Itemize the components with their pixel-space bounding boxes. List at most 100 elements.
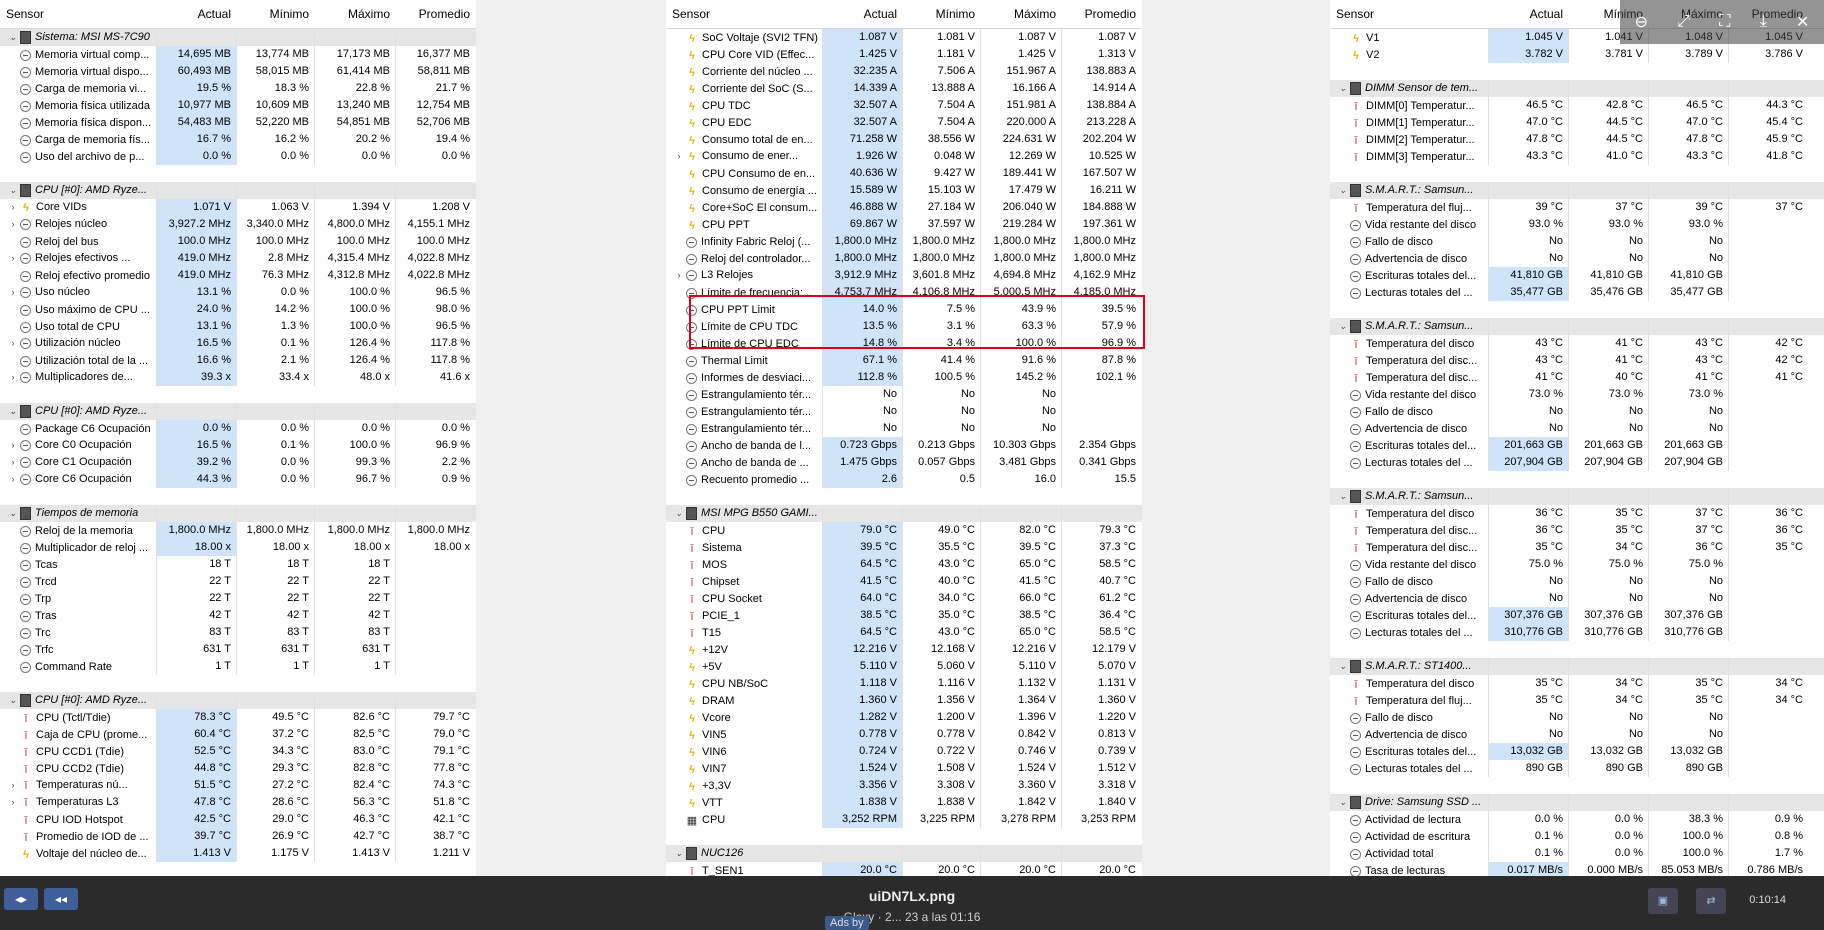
sensor-row[interactable]: ϟ CPU Core VID (Effec... 1.425 V 1.181 V 1.4… [666,46,1142,63]
sensor-group-header[interactable]: ⌄ S.M.A.R.T.: Samsun... [1330,318,1824,335]
sensor-row[interactable]: Fallo de disco No No No [1330,709,1824,726]
sensor-row[interactable]: ϟ Voltaje del núcleo de... 1.413 V 1.175 V1… [0,845,476,862]
sensor-row[interactable]: Multiplicador de reloj ... 18.00 x 18.00 x… [0,539,476,556]
sensor-row[interactable]: Memoria física dispon... 54,483 MB 52,220 … [0,114,476,131]
sensor-row[interactable]: Escrituras totales del... 201,663 GB 201,6… [1330,437,1824,454]
sensor-row[interactable]: Tcas 18 T 18 T 18 T [0,556,476,573]
sensor-row[interactable]: Lecturas totales del ... 890 GB 890 GB 890 … [1330,760,1824,777]
sensor-row[interactable]: ǐ DIMM[2] Temperatur... 47.8 °C 44.5 °C 47.8… [1330,131,1824,148]
sensor-row[interactable]: Ancho de banda de l... 0.723 Gbps 0.213 Gb… [666,437,1142,454]
sensor-row[interactable]: ǐ CPU IOD Hotspot 42.5 °C 29.0 °C 46.3 °C 42.… [0,811,476,828]
sensor-row[interactable]: Advertencia de disco No No No [1330,250,1824,267]
sensor-row[interactable]: Reloj del controlador... 1,800.0 MHz 1,800… [666,250,1142,267]
sensor-row[interactable]: › Core C0 Ocupación 16.5 % 0.1 % 100.0 % 96.9… [0,437,476,454]
sensor-row[interactable]: ǐ PCIE_1 38.5 °C 35.0 °C 38.5 °C 36.4 °C [666,607,1142,624]
sensor-row[interactable]: Estrangulamiento tér... No No No [666,386,1142,403]
sensor-row[interactable]: Command Rate 1 T1 T1 T [0,658,476,675]
sensor-row[interactable]: ǐ Temperatura del fluj... 35 °C 34 °C 35 °C 3… [1330,692,1824,709]
sensor-row[interactable]: Estrangulamiento tér... No No No [666,403,1142,420]
sensor-row[interactable]: Vida restante del disco 73.0 % 73.0 % 73.0 … [1330,386,1824,403]
sensor-row[interactable]: Lecturas totales del ... 207,904 GB 207,90… [1330,454,1824,471]
sensor-group-header[interactable]: ⌄ S.M.A.R.T.: ST1400... [1330,658,1824,675]
sensor-row[interactable]: ǐ DIMM[1] Temperatur... 47.0 °C 44.5 °C 47.0… [1330,114,1824,131]
sensor-list-1[interactable]: ⌄ Sistema: MSI MS-7C90 Memoria virtual com… [0,29,476,862]
sensor-row[interactable]: Tasa de lecturas 0.017 MB/s 0.000 MB/s 85.0… [1330,862,1824,876]
sensor-row[interactable]: ǐ Temperatura del disco 35 °C 34 °C 35 °C 34 … [1330,675,1824,692]
header-avg[interactable]: Promedio [1061,7,1141,21]
sensor-row[interactable]: Package C6 Ocupación 0.0 % 0.0 % 0.0 % 0.0 % [0,420,476,437]
collapse-icon[interactable]: ⌄ [1336,318,1350,335]
sensor-row[interactable]: Memoria virtual dispo... 60,493 MB 58,015 … [0,63,476,80]
expand-icon[interactable]: › [6,369,20,386]
sensor-group-header[interactable]: ⌄ Drive: Samsung SSD ... [1330,794,1824,811]
sensor-row[interactable]: Carga de memoria fís... 16.7 % 16.2 % 20.2 … [0,131,476,148]
sensor-row[interactable]: Trc 83 T 83 T 83 T [0,624,476,641]
sensor-row[interactable]: Reloj efectivo promedio 419.0 MHz 76.3 MHz… [0,267,476,284]
sensor-row[interactable]: Tras 42 T 42 T 42 T [0,607,476,624]
header-min[interactable]: Mínimo [902,7,980,21]
sensor-row[interactable]: Utilización total de la ... 16.6 % 2.1 % 12… [0,352,476,369]
expand-icon[interactable]: › [6,777,20,794]
expand-icon[interactable]: › [672,267,686,284]
sensor-row[interactable]: ϟ Corriente del SoC (S... 14.339 A 13.888 A… [666,80,1142,97]
sensor-row[interactable]: ǐ T_SEN1 20.0 °C 20.0 °C 20.0 °C 20.0 °C [666,862,1142,876]
sensor-row[interactable]: Memoria física utilizada 10,977 MB 10,609 … [0,97,476,114]
sensor-row[interactable]: ǐ Promedio de IOD de ... 39.7 °C 26.9 °C 42.… [0,828,476,845]
sensor-row[interactable]: Escrituras totales del... 307,376 GB 307,3… [1330,607,1824,624]
sensor-row[interactable]: ǐ Temperatura del fluj... 39 °C 37 °C 39 °C 3… [1330,199,1824,216]
fullscreen-icon[interactable]: ⛶ [1719,13,1730,31]
sensor-row[interactable]: Escrituras totales del... 41,810 GB 41,810… [1330,267,1824,284]
sensor-group-header[interactable]: ⌄ DIMM Sensor de tem... [1330,80,1824,97]
sensor-list-2[interactable]: ϟ SoC Voltaje (SVI2 TFN) 1.087 V 1.081 V 1.0… [666,29,1142,876]
sensor-row[interactable]: Advertencia de disco No No No [1330,420,1824,437]
sensor-row[interactable]: ǐ Temperatura del disc... 36 °C 35 °C 37 °C 3… [1330,522,1824,539]
sensor-row[interactable]: ϟ +3,3V 3.356 V 3.308 V 3.360 V 3.318 V [666,777,1142,794]
monitor-icon[interactable]: ▣ [1648,888,1678,914]
expand-icon[interactable]: › [6,794,20,811]
sensor-row[interactable]: › Core C6 Ocupación 44.3 % 0.0 % 96.7 % 0.9 % [0,471,476,488]
sensor-row[interactable]: ǐ CPU Socket 64.0 °C 34.0 °C 66.0 °C 61.2 °C [666,590,1142,607]
sensor-row[interactable]: Memoria virtual comp... 14,695 MB 13,774 M… [0,46,476,63]
sensor-group-header[interactable]: ⌄ Sistema: MSI MS-7C90 [0,29,476,46]
sensor-row[interactable]: › Multiplicadores de... 39.3 x 33.4 x 48.0 x… [0,369,476,386]
sensor-row[interactable]: ▦ CPU 3,252 RPM 3,225 RPM 3,278 RPM 3,253 RPM [666,811,1142,828]
sensor-row[interactable]: Informes de desviaci... 112.8 % 100.5 % 145… [666,369,1142,386]
expand-icon[interactable]: › [672,148,686,165]
sensor-row[interactable]: ǐ Temperatura del disco 43 °C 41 °C 43 °C 42 … [1330,335,1824,352]
sensor-row[interactable]: › Utilización núcleo 16.5 % 0.1 % 126.4 % 117… [0,335,476,352]
sensor-row[interactable]: ǐ CPU CCD1 (Tdie) 52.5 °C 34.3 °C 83.0 °C 79.… [0,743,476,760]
sensor-group-header[interactable]: ⌄ CPU [#0]: AMD Ryze... [0,403,476,420]
sensor-group-header[interactable]: ⌄ Tiempos de memoria [0,505,476,522]
sensor-row[interactable]: Actividad de escritura 0.1 % 0.0 % 100.0 % 0… [1330,828,1824,845]
header-sensor[interactable]: Sensor [0,7,156,21]
sensor-row[interactable]: ϟ Consumo total de en... 71.258 W 38.556 W2… [666,131,1142,148]
sensor-row[interactable]: ϟ CPU PPT 69.867 W 37.597 W 219.284 W 197.361… [666,216,1142,233]
sensor-row[interactable]: ǐ Temperatura del disc... 43 °C 41 °C 43 °C 4… [1330,352,1824,369]
sensor-row[interactable]: › Relojes núcleo 3,927.2 MHz 3,340.0 MHz 4,8… [0,216,476,233]
sensor-row[interactable]: ϟ CPU TDC 32.507 A 7.504 A 151.981 A 138.884 … [666,97,1142,114]
header-min[interactable]: Mínimo [236,7,314,21]
open-external-icon[interactable]: ⤢ [1677,13,1690,31]
sensor-row[interactable]: Vida restante del disco 93.0 % 93.0 % 93.0 … [1330,216,1824,233]
collapse-icon[interactable]: ⌄ [1336,794,1350,811]
sensor-row[interactable]: ϟ VTT 1.838 V 1.838 V 1.842 V 1.840 V [666,794,1142,811]
sensor-row[interactable]: › Uso núcleo 13.1 % 0.0 % 100.0 % 96.5 % [0,284,476,301]
sensor-row[interactable]: Ancho de banda de ... 1.475 Gbps 0.057 Gbp… [666,454,1142,471]
header-sensor[interactable]: Sensor [666,7,822,21]
collapse-icon[interactable]: ⌄ [672,845,686,862]
sensor-row[interactable]: › L3 Relojes 3,912.9 MHz 3,601.8 MHz 4,694.8… [666,267,1142,284]
sensor-row[interactable]: Uso máximo de CPU ... 24.0 % 14.2 % 100.0 %… [0,301,476,318]
sensor-row[interactable]: Actividad de lectura 0.0 % 0.0 % 38.3 % 0.9 … [1330,811,1824,828]
sensor-row[interactable]: Fallo de disco No No No [1330,403,1824,420]
expand-icon[interactable]: › [6,335,20,352]
sensor-row[interactable]: › Relojes efectivos ... 419.0 MHz 2.8 MHz 4,… [0,250,476,267]
sensor-row[interactable]: ǐ DIMM[3] Temperatur... 43.3 °C 41.0 °C 43.3… [1330,148,1824,165]
sensor-row[interactable]: ϟ VIN5 0.778 V 0.778 V 0.842 V 0.813 V [666,726,1142,743]
sensor-row[interactable]: › ϟ Core VIDs 1.071 V 1.063 V 1.394 V 1.208 V [0,199,476,216]
sensor-row[interactable]: ǐ Sistema 39.5 °C 35.5 °C 39.5 °C 37.3 °C [666,539,1142,556]
sensor-row[interactable]: ϟ VIN6 0.724 V 0.722 V 0.746 V 0.739 V [666,743,1142,760]
expand-icon[interactable]: › [6,471,20,488]
header-avg[interactable]: Promedio [395,7,475,21]
sensor-row[interactable]: Uso total de CPU 13.1 % 1.3 % 100.0 % 96.5 % [0,318,476,335]
sensor-row[interactable]: ϟ CPU EDC 32.507 A 7.504 A 220.000 A 213.228 … [666,114,1142,131]
